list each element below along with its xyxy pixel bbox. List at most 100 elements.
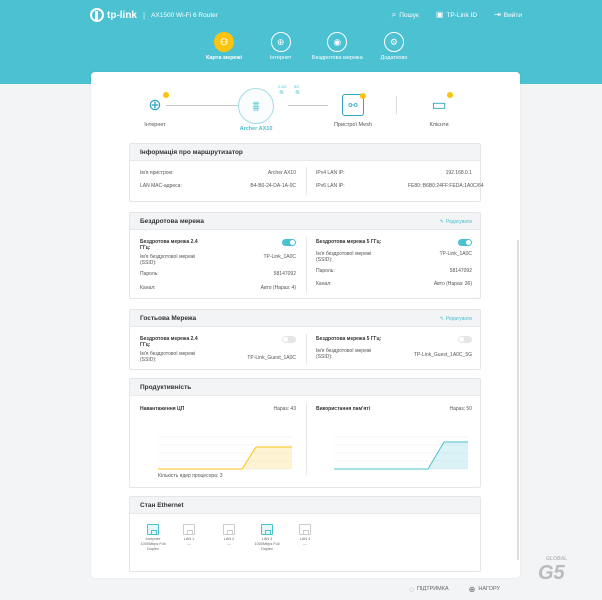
logout-label: Вийти: [503, 11, 522, 19]
info-key: Канал:: [316, 281, 332, 287]
back-to-top-link[interactable]: ⊕ НАГОРУ: [469, 585, 500, 594]
support-link[interactable]: ◌ ПІДТРИМКА: [409, 585, 448, 594]
guest-5-toggle[interactable]: [458, 336, 472, 343]
ethernet-port-icon: [223, 524, 235, 535]
nav-internet[interactable]: ⊕ Інтернет: [255, 32, 307, 61]
info-row: Ім'я бездротової мережі (SSID): TP-Link_G…: [316, 348, 472, 360]
performance-title: Продуктивність: [130, 379, 480, 396]
globe-icon: ⊕: [144, 92, 169, 116]
arrow-up-icon: ⊕: [468, 584, 476, 594]
column-divider: [306, 167, 307, 195]
wireless-5-name: Бездротова мережа 5 ГГц:: [316, 239, 382, 245]
router-info-card: Інформація про маршрутизатор Ім'я пристр…: [129, 143, 484, 202]
monitor-icon: ▭: [428, 92, 453, 116]
ethernet-port-lan2: LAN 2 ---: [216, 524, 242, 547]
topology-mesh[interactable]: ⚯ Пристрої Mesh: [334, 93, 372, 128]
status-badge: [447, 92, 453, 98]
memory-chart: [334, 436, 468, 470]
guest-edit-label: Редагувати: [445, 316, 472, 322]
info-row: Канал: Авто (Нараз: 4): [140, 285, 296, 291]
cpu-chart: [158, 436, 292, 470]
topology-router[interactable]: ⩩ Archer AX10: [238, 88, 274, 132]
info-key: Пароль:: [316, 268, 335, 274]
topology-clients[interactable]: ▭ Клієнти: [428, 92, 453, 128]
gear-icon: ⚙: [383, 32, 404, 52]
guest-5-name: Бездротова мережа 5 ГГц:: [316, 336, 382, 342]
watermark-mark-icon: G5: [538, 562, 565, 584]
tplink-id-label: TP-Link ID: [446, 11, 478, 19]
router-info-left: Ім'я пристрою: Archer AX10 LAN MAC-адреса…: [140, 170, 296, 200]
status-badge: [163, 92, 169, 98]
info-value: TP-Link_Guest_1A0C: [247, 355, 296, 361]
info-key: Пароль:: [140, 271, 159, 277]
wireless-24-toggle[interactable]: [282, 239, 296, 246]
guest-network-card: Гостьова Мережа ✎ Редагувати Бездротова м…: [129, 309, 481, 370]
guest-24-toggle[interactable]: [282, 336, 296, 343]
info-value: Авто (Нараз: 4): [260, 285, 296, 291]
tp-link-logo-mark-icon: [90, 8, 104, 22]
info-key: Ім'я бездротової мережі (SSID):: [140, 254, 196, 266]
wireless-card: Бездротова мережа ✎ Редагувати Бездротова…: [129, 212, 481, 299]
info-value: Archer AX10: [267, 170, 296, 176]
ethernet-title: Стан Ethernet: [130, 497, 480, 514]
wireless-5-toggle[interactable]: [458, 239, 472, 246]
back-to-top-label: НАГОРУ: [478, 586, 500, 592]
info-value: FE80::B6B0:24FF:FEDA:1A0C/64: [408, 183, 484, 189]
info-value: 58147092: [273, 271, 296, 277]
cpu-area: [158, 447, 292, 469]
edit-icon: ✎: [439, 219, 444, 225]
topology-line-mesh: [288, 105, 328, 106]
ethernet-port-lan4: LAN 4 ---: [292, 524, 318, 547]
column-divider: [306, 403, 307, 475]
column-divider: [306, 334, 307, 364]
nav-advanced[interactable]: ⚙ Додатково: [368, 32, 420, 61]
nav-network-map[interactable]: ⚇ Карта мережі: [198, 32, 250, 61]
nav-network-map-label: Карта мережі: [206, 55, 242, 61]
mem-row: Використання пам'яті Нараз: 50: [316, 406, 472, 412]
mem-value: Нараз: 50: [449, 406, 472, 412]
tp-link-logo: tp-link | AX1500 Wi-Fi 6 Router: [90, 8, 218, 22]
ethernet-card: Стан Ethernet Інтернет 1000Mbps Full Dup…: [129, 496, 481, 572]
info-row: Ім'я бездротової мережі (SSID): TP-Link_G…: [140, 351, 296, 363]
ethernet-port-icon: [147, 524, 159, 535]
wireless-edit-link[interactable]: ✎ Редагувати: [440, 219, 472, 225]
info-row: IPv6 LAN IP: FE80::B6B0:24FF:FEDA:1A0C/64: [316, 183, 484, 189]
info-value: B4-B0-24-DA-1A-0C: [250, 183, 296, 189]
ethernet-port-icon: [299, 524, 311, 535]
cpu-row: Навантаження ЦП Нараз: 43: [140, 406, 296, 412]
logout-link[interactable]: ⇥ Вийти: [494, 11, 522, 19]
network-topology: ⊕ Інтернет ⩩ Archer AX10 2.4G 5G ≋ ≋ ⚯ П…: [126, 84, 480, 136]
scrollbar[interactable]: [517, 240, 519, 560]
tplink-id-link[interactable]: ▣ TP-Link ID: [436, 11, 477, 19]
watermark-logo: GLOBAL G5: [538, 556, 598, 596]
guest-24-header: Бездротова мережа 2.4 ГГц:: [140, 336, 296, 348]
cpu-value: Нараз: 43: [273, 406, 296, 412]
guest-24-column: Бездротова мережа 2.4 ГГц: Ім'я бездрото…: [140, 336, 296, 368]
info-key: LAN MAC-адреса:: [140, 183, 182, 189]
port-speed: 1000Mbps Full Duplex: [140, 541, 166, 551]
wifi-icon: ◉: [327, 32, 348, 52]
port-speed: 1000Mbps Full Duplex: [254, 541, 280, 551]
info-row: Ім'я бездротової мережі (SSID): TP-Link_1…: [140, 254, 296, 266]
logo-separator: |: [143, 10, 146, 20]
status-badge: [359, 93, 366, 99]
cpu-label: Навантаження ЦП: [140, 406, 185, 412]
topology-internet[interactable]: ⊕ Інтернет: [144, 92, 169, 128]
topology-clients-label: Клієнти: [429, 122, 449, 128]
support-label: ПІДТРИМКА: [417, 586, 449, 592]
nav-advanced-label: Додатково: [380, 55, 408, 61]
info-key: Ім'я бездротової мережі (SSID):: [140, 351, 196, 363]
top-links: ⌕ Пошук ▣ TP-Link ID ⇥ Вийти: [392, 11, 522, 19]
guest-edit-link[interactable]: ✎ Редагувати: [440, 316, 472, 322]
router-info-title: Інформація про маршрутизатор: [130, 144, 480, 161]
search-icon: ⌕: [391, 10, 397, 19]
wifi-24-icon: ≋: [279, 90, 285, 96]
info-key: Ім'я пристрою:: [140, 170, 174, 176]
info-row: Пароль: 58147092: [140, 271, 296, 277]
memory-area: [334, 442, 468, 469]
nav-wireless[interactable]: ◉ Бездротова мережа: [311, 32, 363, 61]
info-value: 192.168.0.1: [445, 170, 472, 176]
info-key: Канал:: [140, 285, 156, 291]
search-link[interactable]: ⌕ Пошук: [392, 11, 419, 19]
info-key: Ім'я бездротової мережі (SSID):: [316, 251, 372, 263]
